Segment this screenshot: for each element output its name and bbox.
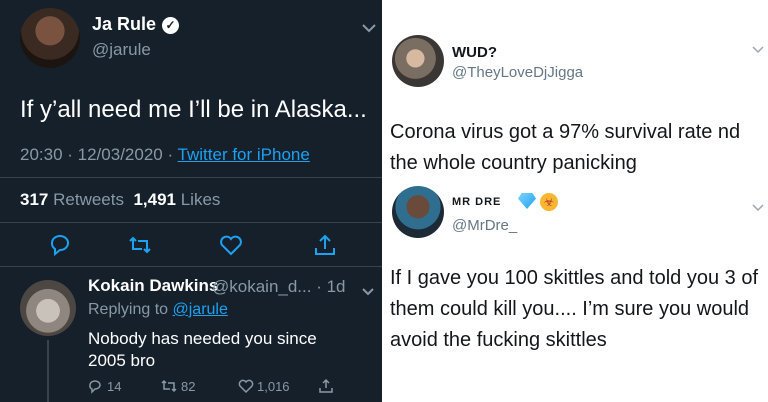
- reply-text: Nobody has needed you since 2005 bro: [88, 329, 317, 370]
- biohazard-icon: ☣: [540, 193, 558, 211]
- tweet-stats: 317 Retweets 1,491 Likes: [20, 190, 220, 210]
- reply-actions: 14 82 1,016: [0, 378, 382, 402]
- avatar-ja-rule[interactable]: [20, 8, 80, 68]
- retweet-icon[interactable]: [160, 378, 178, 394]
- likes-label[interactable]: Likes: [181, 190, 221, 209]
- replying-prefix: Replying to: [88, 301, 173, 318]
- reply-author-handle[interactable]: @kokain_d... · 1d: [212, 277, 346, 297]
- retweets-label[interactable]: Retweets: [53, 190, 124, 209]
- timestamp: 20:30 · 12/03/2020 ·: [20, 145, 178, 164]
- reply-retweet-button[interactable]: 82: [160, 378, 195, 394]
- tweet-actions: [0, 232, 382, 262]
- reply-count: 14: [107, 378, 122, 394]
- retweets-count[interactable]: 317: [20, 190, 48, 209]
- chevron-down-icon[interactable]: [752, 42, 764, 57]
- share-icon[interactable]: [312, 232, 338, 258]
- diamond-icon: [518, 193, 536, 209]
- reply-like-button[interactable]: 1,016: [238, 378, 290, 394]
- author-handle[interactable]: @jarule: [92, 40, 151, 60]
- reply-reply-button[interactable]: 14: [88, 378, 121, 394]
- avatar-wud[interactable]: [392, 35, 444, 87]
- mention-link[interactable]: @jarule: [173, 301, 228, 318]
- like-count: 1,016: [257, 378, 290, 394]
- tweet-text: Corona virus got a 97% survival rate nd …: [390, 121, 741, 174]
- share-icon[interactable]: [318, 378, 334, 394]
- retweet-icon[interactable]: [127, 232, 153, 258]
- source-link[interactable]: Twitter for iPhone: [178, 145, 310, 164]
- retweet-count: 82: [181, 378, 196, 394]
- chevron-down-icon[interactable]: [362, 283, 374, 299]
- reply-author-name[interactable]: Kokain Dawkins: [88, 276, 218, 296]
- author-name[interactable]: Ja Rule ✓: [92, 14, 180, 35]
- badge-group: ☣: [518, 193, 558, 211]
- avatar-kokain-dawkins[interactable]: [20, 280, 76, 336]
- avatar-mr-dre[interactable]: [392, 186, 444, 238]
- divider: [0, 177, 382, 178]
- like-icon[interactable]: [238, 378, 254, 394]
- author-handle[interactable]: @TheyLoveDjJigga: [452, 64, 583, 81]
- tweet-text: If y’all need me I’ll be in Alaska...: [20, 96, 367, 123]
- tweet-text: If I gave you 100 skittles and told you …: [390, 267, 759, 351]
- chevron-down-icon[interactable]: [362, 20, 376, 36]
- divider: [0, 222, 382, 223]
- like-icon[interactable]: [218, 232, 244, 258]
- divider: [0, 266, 382, 267]
- verified-icon: ✓: [162, 17, 180, 34]
- left-tweet-panel: Ja Rule ✓ @jarule If y’all need me I’ll b…: [0, 0, 382, 402]
- author-name[interactable]: WUD?: [452, 44, 497, 61]
- author-name-text[interactable]: Ja Rule: [92, 14, 156, 34]
- author-name[interactable]: MR DRE: [452, 196, 501, 208]
- reply-icon[interactable]: [88, 378, 104, 394]
- replying-to: Replying to @jarule: [88, 301, 228, 319]
- likes-count[interactable]: 1,491: [133, 190, 176, 209]
- right-tweets-panel: WUD? @TheyLoveDjJigga Corona virus got a…: [382, 0, 768, 402]
- reply-share-button[interactable]: [318, 378, 334, 394]
- author-handle[interactable]: @MrDre_: [452, 217, 517, 234]
- chevron-down-icon[interactable]: [752, 200, 764, 215]
- tweet-meta: 20:30 · 12/03/2020 · Twitter for iPhone: [20, 145, 310, 165]
- reply-icon[interactable]: [47, 232, 73, 258]
